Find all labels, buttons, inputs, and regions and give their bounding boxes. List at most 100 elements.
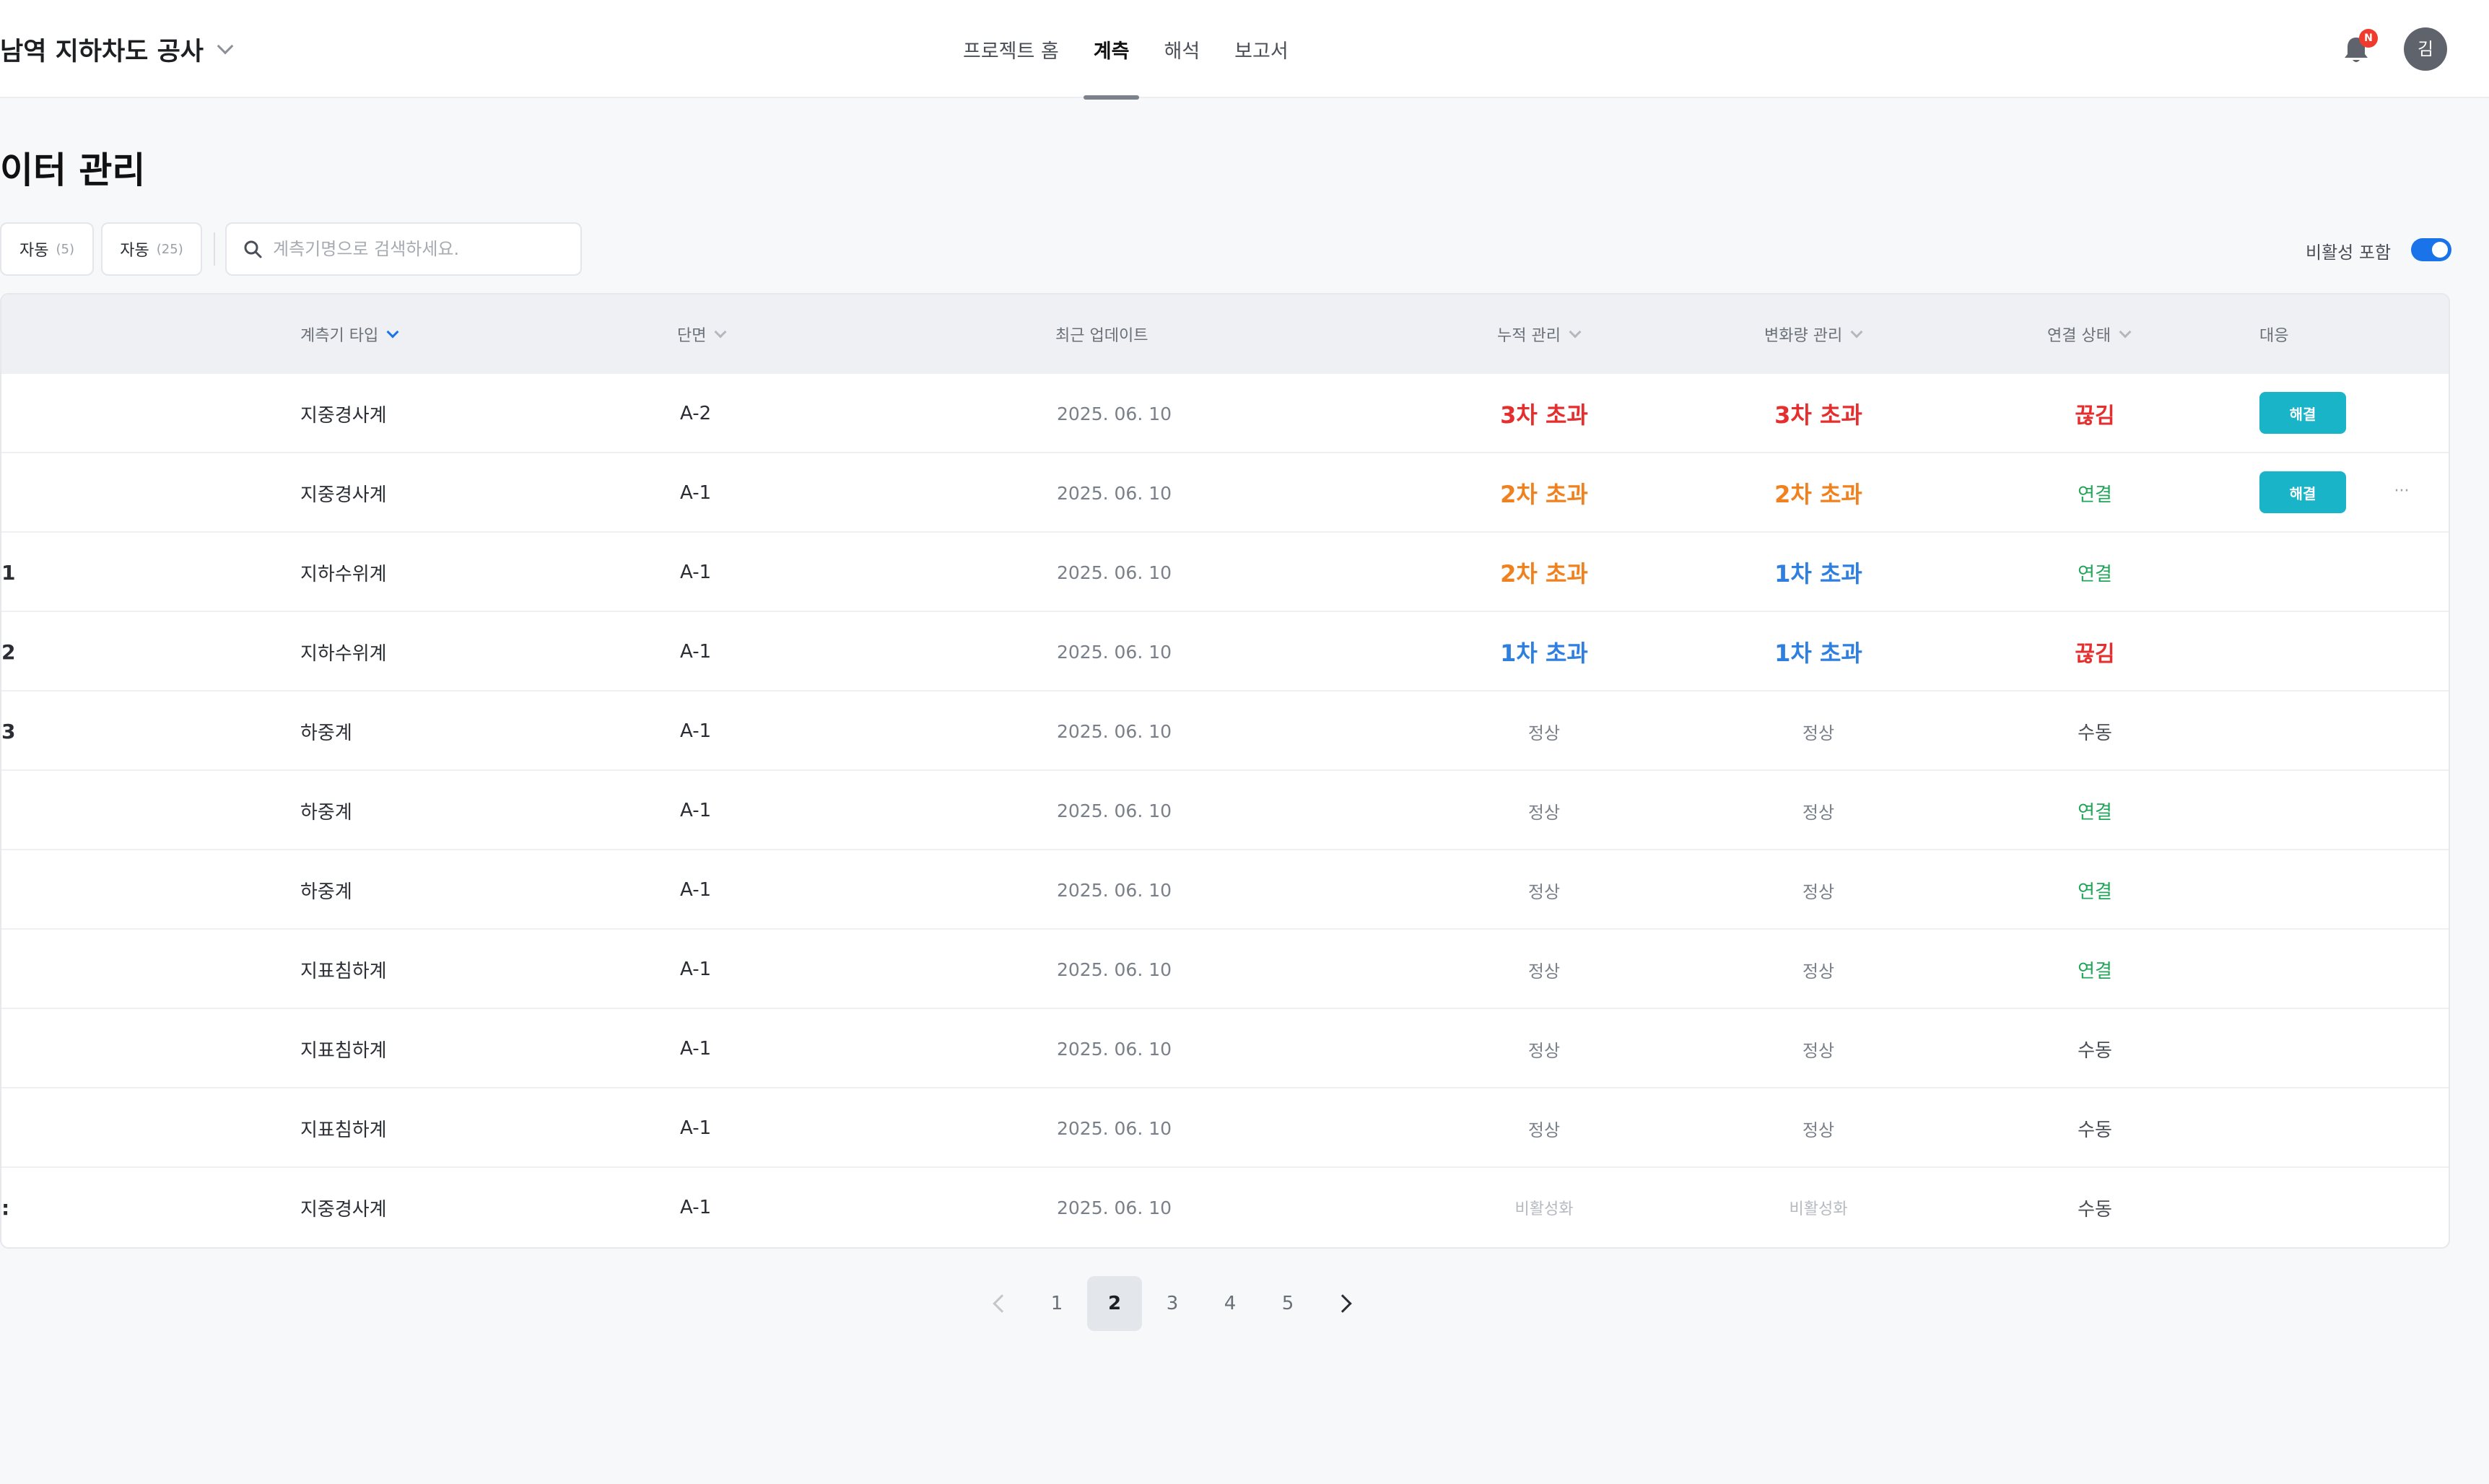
tab-report[interactable]: 보고서 bbox=[1217, 0, 1306, 98]
column-header-section[interactable]: 단면 bbox=[677, 294, 727, 374]
change-status-cell: 1차 초과 bbox=[1774, 640, 1862, 667]
column-header-label: 대응 bbox=[2259, 327, 2289, 345]
cumulative-status-cell: 정상 bbox=[1527, 802, 1561, 823]
column-header-label: 단면 bbox=[677, 327, 707, 345]
resolve-button[interactable]: 해결 bbox=[2259, 392, 2346, 434]
filter-chip-auto-25[interactable]: 자동 (25) bbox=[101, 222, 202, 276]
cumulative-status-cell: 정상 bbox=[1527, 1119, 1561, 1140]
page-number-button[interactable]: 1 bbox=[1029, 1276, 1084, 1331]
cumulative-status-cell: 정상 bbox=[1527, 961, 1561, 982]
change-status-cell: 정상 bbox=[1802, 1040, 1835, 1061]
sensor-type-cell: 지중경사계 bbox=[300, 484, 387, 506]
change-status-cell: 정상 bbox=[1802, 961, 1835, 982]
last-updated-cell: 2025. 06. 10 bbox=[1057, 879, 1172, 901]
last-updated-cell: 2025. 06. 10 bbox=[1057, 800, 1172, 821]
connection-status-cell: 수동 bbox=[2078, 1119, 2112, 1141]
chevron-down-icon bbox=[2119, 326, 2132, 339]
sensor-name-cell: 2 bbox=[1, 640, 16, 664]
connection-status-cell: 끊김 bbox=[2075, 642, 2115, 667]
table-row[interactable]: 3 하중계 A-1 2025. 06. 10 정상 정상 수동 bbox=[1, 691, 2449, 771]
resolve-button[interactable]: 해결 bbox=[2259, 471, 2346, 513]
search-box[interactable] bbox=[225, 222, 582, 276]
prev-page-button[interactable] bbox=[972, 1276, 1026, 1331]
section-cell: A-1 bbox=[680, 641, 712, 663]
sensor-type-cell: 지중경사계 bbox=[300, 1198, 387, 1221]
tab-analysis[interactable]: 해석 bbox=[1146, 0, 1217, 98]
table-row[interactable]: 지표침하계 A-1 2025. 06. 10 정상 정상 수동 bbox=[1, 1009, 2449, 1088]
column-header-cumulative[interactable]: 누적 관리 bbox=[1497, 294, 1582, 374]
last-updated-cell: 2025. 06. 10 bbox=[1057, 959, 1172, 980]
section-cell: A-1 bbox=[680, 720, 712, 742]
section-cell: A-1 bbox=[680, 959, 712, 980]
last-updated-cell: 2025. 06. 10 bbox=[1057, 1197, 1172, 1218]
table-row[interactable]: 하중계 A-1 2025. 06. 10 정상 정상 연결 bbox=[1, 771, 2449, 850]
column-header-label: 계측기 타입 bbox=[300, 327, 379, 345]
column-header-connection[interactable]: 연결 상태 bbox=[2047, 294, 2132, 374]
chevron-down-icon bbox=[714, 326, 727, 339]
connection-status-cell: 연결 bbox=[2078, 563, 2112, 585]
cumulative-status-cell: 비활성화 bbox=[1514, 1200, 1574, 1218]
last-updated-cell: 2025. 06. 10 bbox=[1057, 641, 1172, 663]
search-input[interactable] bbox=[273, 239, 562, 259]
column-header-change[interactable]: 변화량 관리 bbox=[1764, 294, 1863, 374]
connection-status-cell: 연결 bbox=[2078, 801, 2112, 824]
cumulative-status-cell: 정상 bbox=[1527, 723, 1561, 743]
page-number-button[interactable]: 2 bbox=[1087, 1276, 1142, 1331]
table-row[interactable]: : 지중경사계 A-1 2025. 06. 10 비활성화 비활성화 수동 bbox=[1, 1168, 2449, 1247]
tab-project-home[interactable]: 프로젝트 홈 bbox=[946, 0, 1076, 98]
sensor-name-cell: 1 bbox=[1, 560, 16, 585]
column-header-label: 누적 관리 bbox=[1497, 327, 1561, 345]
cumulative-status-cell: 2차 초과 bbox=[1500, 481, 1588, 508]
page-number-button[interactable]: 5 bbox=[1260, 1276, 1315, 1331]
cumulative-status-cell: 정상 bbox=[1527, 1040, 1561, 1061]
table-row[interactable]: 지중경사계 A-1 2025. 06. 10 2차 초과 2차 초과 연결 해결 ··· bbox=[1, 453, 2449, 533]
sensor-name-cell: : bbox=[1, 1195, 10, 1220]
inactive-toggle-label: 비활성 포함 bbox=[2306, 243, 2392, 263]
page-title: 이터 관리 bbox=[0, 149, 146, 191]
sensor-type-cell: 지중경사계 bbox=[300, 404, 387, 427]
change-status-cell: 정상 bbox=[1802, 881, 1835, 902]
table-row[interactable]: 지표침하계 A-1 2025. 06. 10 정상 정상 수동 bbox=[1, 1088, 2449, 1168]
next-page-button[interactable] bbox=[1318, 1276, 1373, 1331]
column-header-label: 최근 업데이트 bbox=[1055, 327, 1148, 345]
more-options-icon[interactable]: ··· bbox=[2384, 473, 2420, 510]
project-title: 남역 지하차도 공사 bbox=[0, 37, 204, 66]
table-row[interactable]: 1 지하수위계 A-1 2025. 06. 10 2차 초과 1차 초과 연결 bbox=[1, 533, 2449, 612]
change-status-cell: 정상 bbox=[1802, 1119, 1835, 1140]
chevron-down-icon bbox=[386, 326, 399, 339]
table-row[interactable]: 2 지하수위계 A-1 2025. 06. 10 1차 초과 1차 초과 끊김 bbox=[1, 612, 2449, 691]
column-header-updated: 최근 업데이트 bbox=[1055, 294, 1148, 374]
inactive-toggle[interactable] bbox=[2411, 238, 2451, 261]
last-updated-cell: 2025. 06. 10 bbox=[1057, 1117, 1172, 1139]
filter-chip-count: (25) bbox=[156, 241, 183, 257]
chevron-left-icon bbox=[993, 1294, 1011, 1313]
tab-measurement[interactable]: 계측 bbox=[1076, 0, 1147, 100]
change-status-cell: 비활성화 bbox=[1789, 1200, 1848, 1218]
page-number-button[interactable]: 3 bbox=[1145, 1276, 1200, 1331]
sensor-type-cell: 지표침하계 bbox=[300, 1119, 387, 1141]
last-updated-cell: 2025. 06. 10 bbox=[1057, 403, 1172, 424]
page-number-button[interactable]: 4 bbox=[1203, 1276, 1257, 1331]
project-selector[interactable]: 남역 지하차도 공사 bbox=[0, 30, 234, 68]
chevron-down-icon bbox=[217, 38, 234, 55]
filter-chip-auto-5[interactable]: 자동 (5) bbox=[0, 222, 94, 276]
section-cell: A-1 bbox=[680, 482, 712, 504]
table-row[interactable]: 지중경사계 A-2 2025. 06. 10 3차 초과 3차 초과 끊김 해결 bbox=[1, 374, 2449, 453]
connection-status-cell: 수동 bbox=[2078, 1039, 2112, 1062]
change-status-cell: 2차 초과 bbox=[1774, 481, 1862, 508]
table-row[interactable]: 하중계 A-1 2025. 06. 10 정상 정상 연결 bbox=[1, 850, 2449, 930]
sensor-type-cell: 지표침하계 bbox=[300, 1039, 387, 1062]
sensor-type-cell: 하중계 bbox=[300, 722, 352, 744]
avatar[interactable]: 김 bbox=[2404, 27, 2447, 71]
table-row[interactable]: 지표침하계 A-1 2025. 06. 10 정상 정상 연결 bbox=[1, 930, 2449, 1009]
search-icon bbox=[244, 240, 262, 258]
connection-status-cell: 수동 bbox=[2078, 1198, 2112, 1221]
column-header-label: 변화량 관리 bbox=[1764, 327, 1843, 345]
change-status-cell: 1차 초과 bbox=[1774, 560, 1862, 588]
section-cell: A-1 bbox=[680, 879, 712, 901]
connection-status-cell: 수동 bbox=[2078, 722, 2112, 744]
filter-divider bbox=[214, 232, 215, 266]
chevron-down-icon bbox=[1850, 326, 1863, 339]
column-header-type[interactable]: 계측기 타입 bbox=[300, 294, 399, 374]
chevron-down-icon bbox=[1569, 326, 1582, 339]
